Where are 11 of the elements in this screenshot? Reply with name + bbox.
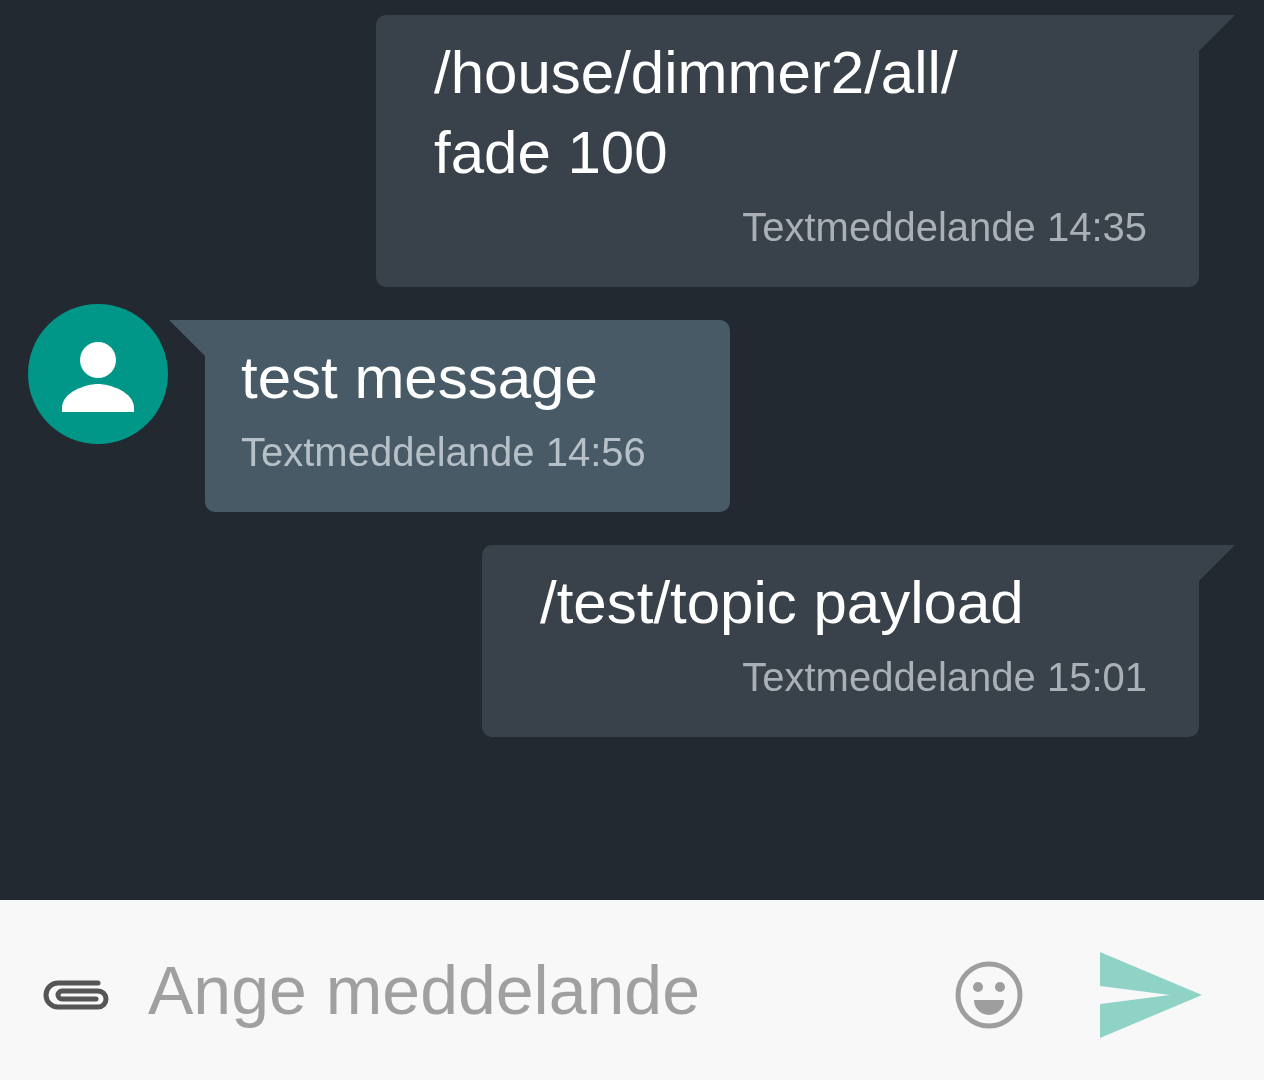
send-icon [1100, 952, 1202, 1038]
message-text: /house/dimmer2/all/ fade 100 [434, 38, 959, 188]
send-button[interactable] [1100, 952, 1202, 1038]
message-text: /test/topic payload [540, 568, 1025, 638]
message-meta: Textmeddelande 14:56 [241, 429, 646, 476]
smiley-icon[interactable] [954, 960, 1024, 1030]
message-meta: Textmeddelande 15:01 [742, 654, 1147, 701]
message-meta: Textmeddelande 14:35 [742, 204, 1147, 251]
message-input[interactable]: Ange meddelande [148, 939, 954, 1041]
message-text: test message [241, 343, 599, 413]
avatar-icon [28, 304, 168, 444]
